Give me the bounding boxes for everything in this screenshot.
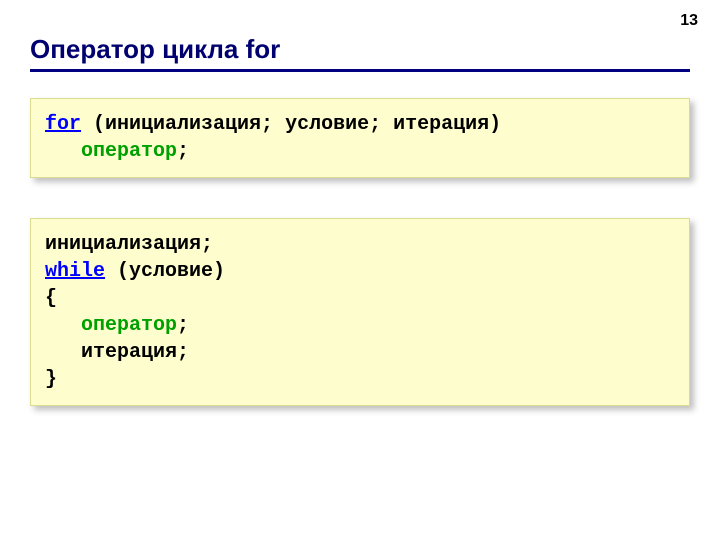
brace-close: } [45, 368, 57, 391]
keyword-for: for [45, 113, 81, 136]
while-condition: (условие) [117, 260, 225, 283]
title-rule [30, 69, 690, 72]
indent [45, 314, 81, 337]
brace-open: { [45, 287, 57, 310]
code-box-for: for (инициализация; условие; итерация) о… [30, 98, 690, 178]
page-title: Оператор цикла for [30, 34, 690, 65]
operator-word: оператор [81, 314, 177, 337]
semicolon: ; [177, 140, 189, 163]
init-line: инициализация; [45, 233, 213, 256]
page-number: 13 [680, 12, 698, 30]
iteration-line: итерация; [45, 341, 189, 364]
for-header-params: (инициализация; условие; итерация) [93, 113, 501, 136]
operator-word: оператор [81, 140, 177, 163]
semicolon: ; [177, 314, 189, 337]
keyword-while: while [45, 260, 105, 283]
indent [45, 140, 81, 163]
code-box-while: инициализация; while (условие) { операто… [30, 218, 690, 406]
slide: 13 Оператор цикла for for (инициализация… [0, 0, 720, 540]
